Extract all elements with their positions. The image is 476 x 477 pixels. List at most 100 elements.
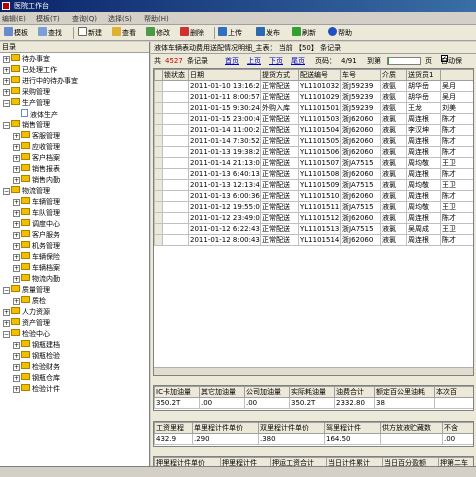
table-cell[interactable]: 吴月 bbox=[440, 80, 473, 92]
table-cell[interactable]: 周连根 bbox=[406, 135, 441, 147]
expand-icon[interactable]: + bbox=[3, 56, 10, 63]
table-cell[interactable] bbox=[162, 223, 189, 235]
table-row[interactable]: 2011-01-12 19:55:06 正常配送 YL1101511 浙JA7515 液… bbox=[154, 201, 473, 213]
expand-icon[interactable]: + bbox=[13, 210, 20, 217]
table-cell[interactable]: 正常配送 bbox=[260, 146, 299, 158]
delete-button[interactable]: 删除 bbox=[180, 27, 204, 39]
collapse-icon[interactable]: − bbox=[3, 331, 10, 338]
table-row[interactable]: 2011-01-13 6:40:13 正常配送 YL1101508 浙J62060 液氯… bbox=[154, 168, 473, 180]
table-cell[interactable]: 陈才 bbox=[440, 146, 473, 158]
table-row[interactable]: 2011-01-12 6:22:43 正常配送 YL1101513 浙JA7515 液氯… bbox=[154, 223, 473, 235]
table-cell[interactable]: 液氯 bbox=[380, 190, 407, 202]
table-cell[interactable]: 浙JA7515 bbox=[340, 223, 381, 235]
expand-icon[interactable]: + bbox=[13, 199, 20, 206]
row-header[interactable] bbox=[154, 102, 163, 114]
table-cell[interactable]: 2011-01-11 8:00:57 bbox=[188, 91, 261, 103]
menu-edit[interactable]: 编辑(E) bbox=[2, 14, 26, 24]
table-cell[interactable]: 陈才 bbox=[440, 190, 473, 202]
table-cell[interactable]: 液氯 bbox=[380, 212, 407, 224]
table-row[interactable]: 2011-01-13 19:38:24 正常配送 YL1101506 浙J62060 液… bbox=[154, 146, 473, 158]
table-cell[interactable]: 浙J62060 bbox=[340, 234, 381, 246]
table-cell[interactable]: 陈才 bbox=[440, 234, 473, 246]
table-cell[interactable]: 38 bbox=[374, 397, 435, 409]
table-cell[interactable] bbox=[162, 201, 189, 213]
expand-icon[interactable]: + bbox=[13, 364, 20, 371]
table-cell[interactable]: YL1101507 bbox=[298, 157, 341, 169]
table-cell[interactable]: 液氨 bbox=[380, 91, 407, 103]
tree-item[interactable]: + 车辆管理 bbox=[13, 197, 60, 208]
table-cell[interactable]: 正常配送 bbox=[260, 157, 299, 169]
table-cell[interactable]: 陈才 bbox=[440, 168, 473, 180]
table-cell[interactable]: 胡华岳 bbox=[406, 91, 441, 103]
table-cell[interactable] bbox=[162, 102, 189, 114]
table-cell[interactable]: .290 bbox=[192, 433, 259, 445]
menu-select[interactable]: 选择(S) bbox=[108, 14, 132, 24]
table-cell[interactable]: 2011-01-14 21:13:03 bbox=[188, 157, 261, 169]
table-cell[interactable]: 浙JA7515 bbox=[340, 157, 381, 169]
table-cell[interactable]: 液氯 bbox=[380, 157, 407, 169]
table-cell[interactable]: 浙J62060 bbox=[340, 146, 381, 158]
view-button[interactable]: 查看 bbox=[112, 27, 136, 39]
row-header[interactable] bbox=[154, 179, 163, 191]
column-header[interactable]: 介质 bbox=[380, 69, 407, 81]
expand-icon[interactable]: + bbox=[13, 254, 20, 261]
row-header[interactable] bbox=[154, 124, 163, 136]
table-cell[interactable]: YL1101501 bbox=[298, 102, 341, 114]
column-header[interactable]: 送货员1 bbox=[406, 69, 441, 81]
table-cell[interactable]: 胡华岳 bbox=[406, 80, 441, 92]
expand-icon[interactable]: + bbox=[3, 67, 10, 74]
table-cell[interactable] bbox=[162, 190, 189, 202]
table-cell[interactable]: 液氯 bbox=[380, 179, 407, 191]
table-cell[interactable]: 2011-01-13 6:40:13 bbox=[188, 168, 261, 180]
table-cell[interactable]: 王卫 bbox=[440, 179, 473, 191]
table-cell[interactable]: 液氯 bbox=[380, 135, 407, 147]
collapse-icon[interactable]: − bbox=[3, 287, 10, 294]
tree-item[interactable]: − 检验中心 bbox=[3, 329, 50, 340]
row-header[interactable] bbox=[154, 91, 163, 103]
table-cell[interactable]: 350.2T bbox=[154, 397, 200, 409]
table-cell[interactable]: 浙J62060 bbox=[340, 124, 381, 136]
expand-icon[interactable]: + bbox=[3, 78, 10, 85]
table-cell[interactable]: 正常配送 bbox=[260, 223, 299, 235]
tree-item[interactable]: + 调度中心 bbox=[13, 219, 60, 230]
table-cell[interactable]: 浙J62060 bbox=[340, 168, 381, 180]
tree-item[interactable]: + 销售报表 bbox=[13, 164, 60, 175]
table-cell[interactable]: 正常配送 bbox=[260, 80, 299, 92]
table-cell[interactable]: 王卫 bbox=[440, 157, 473, 169]
edit-button[interactable]: 修改 bbox=[146, 27, 170, 39]
row-header[interactable] bbox=[154, 146, 163, 158]
table-cell[interactable]: YL1101513 bbox=[298, 223, 341, 235]
table-cell[interactable]: 2011-01-14 11:00:28 bbox=[188, 124, 261, 136]
table-cell[interactable]: YL1101504 bbox=[298, 124, 341, 136]
template-button[interactable]: 模板 bbox=[4, 27, 28, 39]
table-cell[interactable]: 吴月 bbox=[440, 91, 473, 103]
expand-icon[interactable]: + bbox=[13, 375, 20, 382]
table-row[interactable]: 2011-01-12 8:00:43 正常配送 YL1101514 浙J62060 液氯… bbox=[154, 234, 473, 246]
row-header[interactable] bbox=[154, 201, 163, 213]
tree-item[interactable]: + 机务管理 bbox=[13, 241, 60, 252]
table-cell[interactable]: 浙J59239 bbox=[340, 91, 381, 103]
table-cell[interactable]: 液氨 bbox=[380, 102, 407, 114]
expand-icon[interactable]: + bbox=[13, 276, 20, 283]
collapse-icon[interactable]: − bbox=[3, 122, 10, 129]
table-cell[interactable]: .00 bbox=[244, 397, 290, 409]
table-cell[interactable]: 浙J62060 bbox=[340, 212, 381, 224]
table-row[interactable]: 2011-01-15 9:30:24 外购入库 YL1101501 浙J59239 液氨… bbox=[154, 102, 473, 114]
expand-icon[interactable]: + bbox=[3, 89, 10, 96]
table-cell[interactable]: 正常配送 bbox=[260, 234, 299, 246]
tree-item[interactable]: + 进行中的待办事宜 bbox=[3, 76, 78, 87]
table-cell[interactable]: YL1101512 bbox=[298, 212, 341, 224]
table-cell[interactable]: 陈才 bbox=[440, 135, 473, 147]
table-cell[interactable]: 陈才 bbox=[440, 212, 473, 224]
table-cell[interactable]: .380 bbox=[258, 433, 325, 445]
last-page-link[interactable]: 尾页 bbox=[291, 55, 305, 67]
table-cell[interactable] bbox=[162, 135, 189, 147]
table-cell[interactable]: 周均敬 bbox=[406, 179, 441, 191]
table-cell[interactable] bbox=[162, 157, 189, 169]
table-cell[interactable]: 周连根 bbox=[406, 212, 441, 224]
row-header[interactable] bbox=[154, 190, 163, 202]
table-cell[interactable]: 周连根 bbox=[406, 190, 441, 202]
table-cell[interactable]: YL1101032 bbox=[298, 80, 341, 92]
table-row[interactable]: 2011-01-11 8:00:57 正常配送 YL1101029 浙J59239 液氨… bbox=[154, 91, 473, 103]
table-cell[interactable]: YL1101508 bbox=[298, 168, 341, 180]
